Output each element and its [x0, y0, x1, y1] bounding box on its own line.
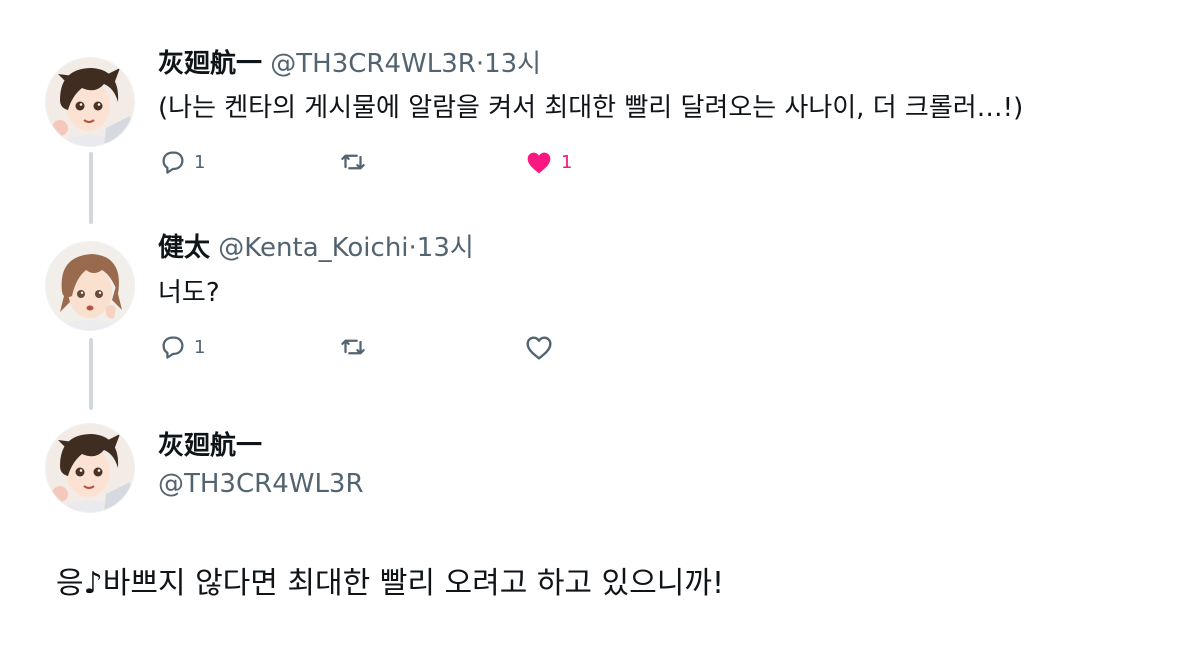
user-handle[interactable]: @TH3CR4WL3R [270, 49, 476, 79]
retweet-button[interactable] [338, 331, 368, 363]
avatar[interactable] [46, 424, 134, 512]
retweet-button[interactable] [338, 146, 368, 178]
display-name[interactable]: 健太 [158, 233, 210, 263]
reply-icon [162, 151, 184, 174]
timestamp[interactable]: 13시 [417, 233, 474, 263]
reply-count: 1 [194, 336, 206, 358]
thread-line [89, 338, 93, 410]
retweet-icon [341, 339, 365, 355]
tweet-actions: 1 [158, 331, 658, 363]
reply-button[interactable]: 1 [158, 146, 205, 178]
display-name[interactable]: 灰廻航一 [158, 431, 262, 461]
tweet-header: 健太 @Kenta_Koichi·13시 [158, 232, 474, 264]
separator-dot: · [475, 49, 485, 79]
reply-button[interactable]: 1 [158, 331, 205, 363]
reply-count: 1 [194, 151, 206, 173]
like-button[interactable]: 1 [523, 146, 572, 178]
reply-author-name: 灰廻航一 [158, 430, 262, 462]
like-button[interactable] [523, 331, 555, 363]
like-icon [526, 336, 552, 360]
display-name[interactable]: 灰廻航一 [158, 49, 262, 79]
user-handle[interactable]: @Kenta_Koichi [218, 233, 408, 263]
reply-icon [162, 336, 184, 359]
avatar[interactable] [46, 58, 134, 146]
timestamp[interactable]: 13시 [484, 49, 541, 79]
avatar[interactable] [46, 242, 134, 330]
tweet-text: 너도? [158, 278, 220, 308]
tweet-actions: 1 1 [158, 146, 658, 178]
thread-line [89, 152, 93, 224]
tweet-text: (나는 켄타의 게시물에 알람을 켜서 최대한 빨리 달려오는 사나이, 더 크… [158, 93, 1024, 123]
tweet-header: 灰廻航一 @TH3CR4WL3R·13시 [158, 48, 541, 80]
separator-dot: · [408, 233, 417, 263]
reply-tweet-text: 응♪바쁘지 않다면 최대한 빨리 오려고 하고 있으니까! [56, 566, 724, 601]
like-icon [527, 152, 551, 174]
user-handle[interactable]: @TH3CR4WL3R [158, 469, 364, 499]
like-count: 1 [561, 151, 573, 173]
retweet-icon [341, 154, 365, 170]
